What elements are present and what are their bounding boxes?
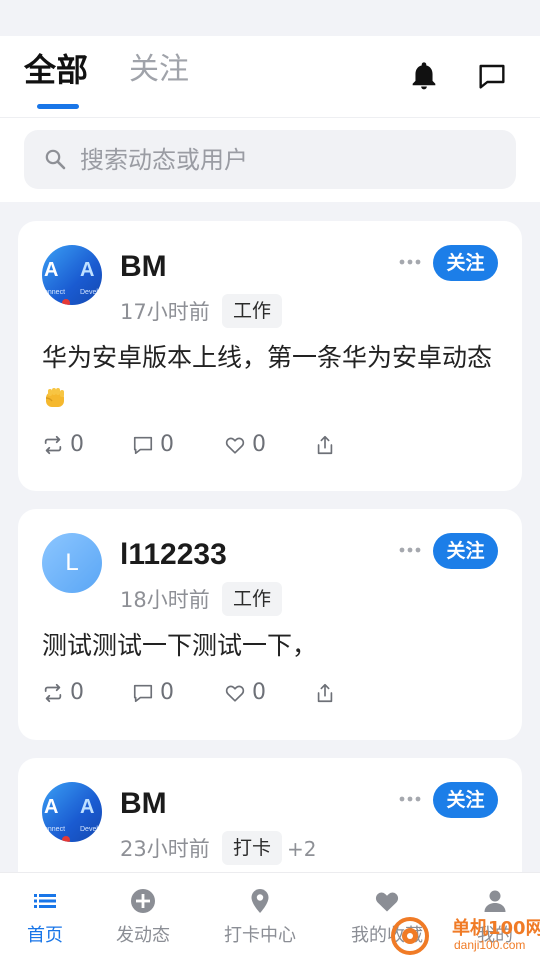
username[interactable]: BM — [120, 784, 167, 824]
tab-home[interactable]: 首页 — [0, 873, 99, 960]
search-bar[interactable] — [24, 130, 516, 189]
post-text: 华为安卓版本上线，第一条华为安卓动态 — [42, 343, 493, 372]
active-tab-indicator — [37, 104, 79, 109]
tab-checkin[interactable]: 打卡中心 — [206, 873, 314, 960]
post-card[interactable]: A A onnect Devel BM 17小时前 工作 关注 华为安卓版本上线… — [18, 221, 522, 491]
heart-icon — [225, 685, 245, 702]
like-count: 0 — [252, 432, 266, 457]
post-actions: 0 0 0 — [42, 676, 502, 710]
search-icon — [45, 149, 66, 170]
follow-button[interactable]: 关注 — [433, 533, 498, 569]
app-store-icon: A — [80, 796, 95, 818]
tab-label: 发动态 — [116, 925, 170, 946]
plus-circle-icon — [131, 889, 155, 913]
bell-icon[interactable] — [408, 60, 440, 92]
post-tag[interactable]: 工作 — [222, 582, 283, 616]
avatar-text: onnect — [44, 289, 66, 296]
avatar-badge — [62, 299, 70, 305]
post-time: 23小时前 — [120, 837, 210, 861]
post-content[interactable]: 华为安卓版本上线，第一条华为安卓动态 — [42, 337, 502, 419]
watermark-title: 单机100网 — [452, 918, 540, 939]
repost-count: 0 — [70, 680, 84, 705]
watermark-logo-icon — [391, 917, 429, 955]
tab-label: 首页 — [27, 925, 63, 946]
avatar-text: onnect — [44, 826, 66, 833]
fist-emoji — [45, 388, 64, 407]
comment-count: 0 — [160, 680, 174, 705]
username[interactable]: BM — [120, 247, 167, 287]
post-tag[interactable]: 打卡 — [222, 831, 283, 865]
avatar-text: Devel — [80, 289, 98, 296]
share-icon — [317, 435, 333, 455]
more-icon[interactable] — [399, 255, 421, 269]
post-content[interactable]: 测试测试一下测试一下， — [42, 625, 502, 666]
status-bar — [0, 0, 540, 36]
more-tags-count[interactable]: +2 — [287, 836, 316, 862]
avatar[interactable]: L — [42, 533, 102, 593]
avatar-text: Devel — [80, 826, 98, 833]
post-time: 17小时前 — [120, 300, 210, 324]
divider — [0, 117, 540, 118]
person-icon — [484, 890, 506, 912]
list-icon — [34, 894, 56, 908]
app-store-icon: A — [44, 796, 59, 818]
tab-label: 打卡中心 — [224, 925, 296, 946]
app-store-icon: A — [80, 259, 95, 281]
comment-count: 0 — [160, 432, 174, 457]
header: 全部 关注 — [0, 36, 540, 202]
tab-all[interactable]: 全部 — [24, 48, 88, 92]
avatar-badge — [62, 836, 70, 842]
post-tag[interactable]: 工作 — [222, 294, 283, 328]
chat-bubble-icon[interactable] — [476, 60, 508, 92]
avatar[interactable]: A A onnect Devel — [42, 245, 102, 305]
feed-tabs: 全部 关注 — [24, 48, 524, 118]
avatar[interactable]: A A onnect Devel — [42, 782, 102, 842]
app-store-icon: A — [44, 259, 59, 281]
follow-button[interactable]: 关注 — [433, 245, 498, 281]
watermark-subtitle: danji100.com — [454, 938, 526, 952]
location-pin-icon — [251, 889, 269, 913]
post-time: 18小时前 — [120, 588, 210, 612]
post-actions: 0 0 0 — [42, 428, 502, 462]
more-icon[interactable] — [399, 792, 421, 806]
tab-post[interactable]: 发动态 — [89, 873, 197, 960]
watermark: 单机100网 danji100.com — [390, 912, 540, 960]
repost-icon — [44, 683, 62, 703]
username[interactable]: l112233 — [120, 535, 227, 575]
comment-icon — [133, 684, 153, 703]
search-input[interactable] — [80, 130, 500, 189]
share-icon — [317, 683, 333, 703]
like-count: 0 — [252, 680, 266, 705]
repost-icon — [44, 435, 62, 455]
repost-count: 0 — [70, 432, 84, 457]
comment-icon — [133, 436, 153, 455]
tab-following[interactable]: 关注 — [129, 48, 189, 92]
follow-button[interactable]: 关注 — [433, 782, 498, 818]
heart-icon — [375, 892, 399, 912]
post-card[interactable]: L l112233 18小时前 工作 关注 测试测试一下测试一下， 0 0 0 — [18, 509, 522, 740]
heart-icon — [225, 437, 245, 454]
more-icon[interactable] — [399, 543, 421, 557]
post-text: 测试测试一下测试一下， — [42, 631, 318, 660]
